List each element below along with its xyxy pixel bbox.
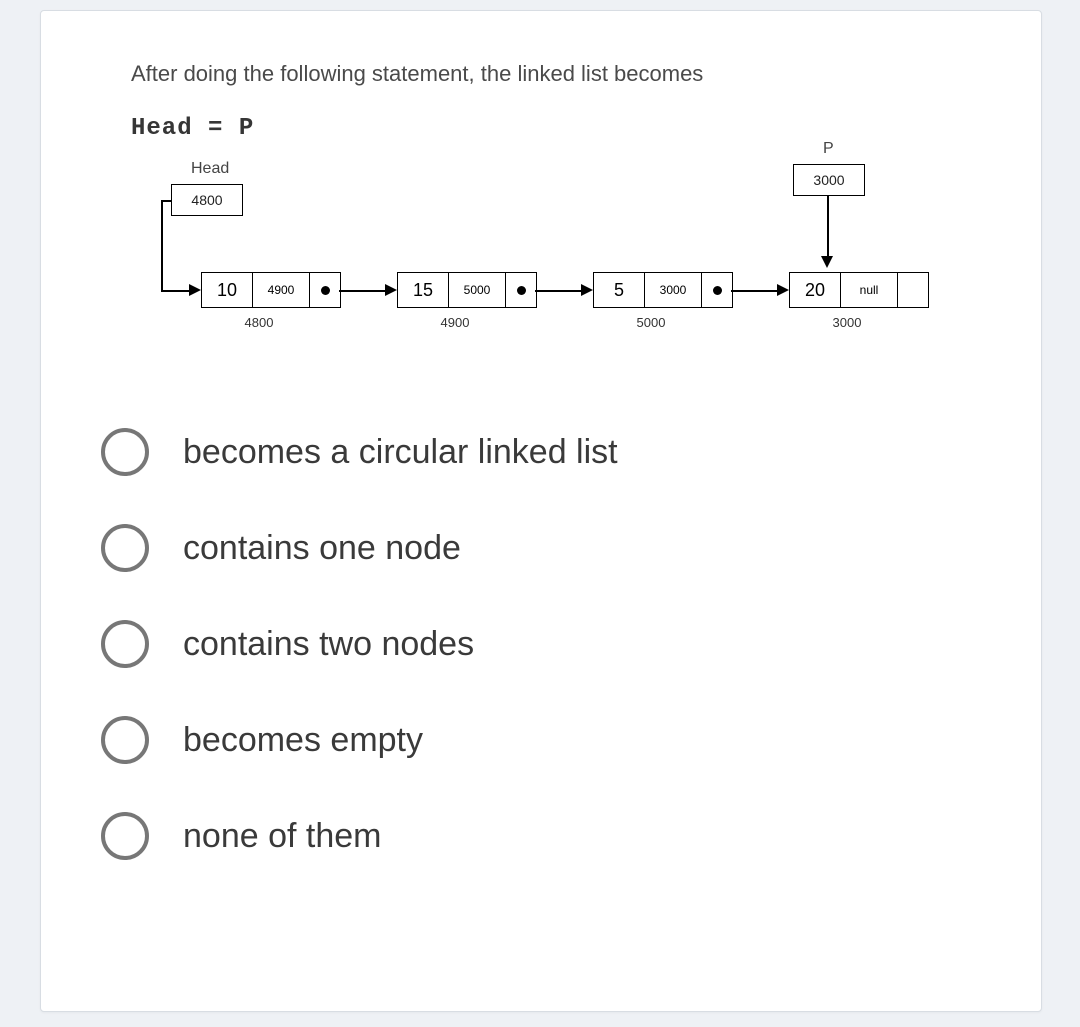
node-link-cell	[898, 272, 929, 308]
list-node: 10 4900	[201, 272, 341, 308]
node-address: 5000	[621, 315, 681, 330]
radio-unchecked-icon[interactable]	[101, 620, 149, 668]
answer-option[interactable]: contains one node	[131, 524, 981, 572]
node-pointer: 5000	[449, 272, 506, 308]
node-address: 4800	[229, 315, 289, 330]
node-value: 5	[593, 272, 645, 308]
option-label: becomes a circular linked list	[183, 433, 618, 472]
node-value: 10	[201, 272, 253, 308]
option-label: none of them	[183, 817, 381, 856]
node-address: 4900	[425, 315, 485, 330]
node-link-cell	[506, 272, 537, 308]
node-pointer: 3000	[645, 272, 702, 308]
arrow-right-icon	[581, 284, 593, 296]
diagram-line	[731, 290, 777, 292]
node-pointer: 4900	[253, 272, 310, 308]
radio-unchecked-icon[interactable]	[101, 812, 149, 860]
arrow-down-icon	[821, 256, 833, 268]
node-link-cell	[310, 272, 341, 308]
list-node: 5 3000	[593, 272, 733, 308]
answer-option[interactable]: becomes empty	[131, 716, 981, 764]
arrow-right-icon	[777, 284, 789, 296]
diagram-line	[827, 196, 829, 256]
p-label: P	[823, 140, 834, 158]
answer-option[interactable]: becomes a circular linked list	[131, 428, 981, 476]
answer-option[interactable]: none of them	[131, 812, 981, 860]
answer-option[interactable]: contains two nodes	[131, 620, 981, 668]
arrow-right-icon	[189, 284, 201, 296]
diagram-line	[161, 200, 171, 202]
question-content: After doing the following statement, the…	[41, 11, 1041, 948]
radio-unchecked-icon[interactable]	[101, 716, 149, 764]
option-label: contains one node	[183, 529, 461, 568]
diagram-line	[161, 290, 189, 292]
diagram-line	[339, 290, 385, 292]
arrow-right-icon	[385, 284, 397, 296]
head-label: Head	[191, 160, 229, 178]
option-label: contains two nodes	[183, 625, 474, 664]
node-pointer: null	[841, 272, 898, 308]
question-prompt: After doing the following statement, the…	[131, 61, 981, 87]
radio-unchecked-icon[interactable]	[101, 428, 149, 476]
diagram-line	[535, 290, 581, 292]
dot-icon	[713, 286, 722, 295]
answer-options: becomes a circular linked list contains …	[131, 428, 981, 860]
radio-unchecked-icon[interactable]	[101, 524, 149, 572]
diagram-line	[161, 200, 163, 290]
node-value: 15	[397, 272, 449, 308]
head-box: 4800	[171, 184, 243, 216]
linked-list-diagram: Head 4800 P 3000 10 4900 4800 15	[121, 160, 941, 380]
dot-icon	[321, 286, 330, 295]
p-box: 3000	[793, 164, 865, 196]
list-node: 20 null	[789, 272, 929, 308]
question-card: After doing the following statement, the…	[40, 10, 1042, 1012]
node-address: 3000	[817, 315, 877, 330]
question-code: Head = P	[131, 115, 981, 142]
node-value: 20	[789, 272, 841, 308]
node-link-cell	[702, 272, 733, 308]
dot-icon	[517, 286, 526, 295]
list-node: 15 5000	[397, 272, 537, 308]
option-label: becomes empty	[183, 721, 423, 760]
